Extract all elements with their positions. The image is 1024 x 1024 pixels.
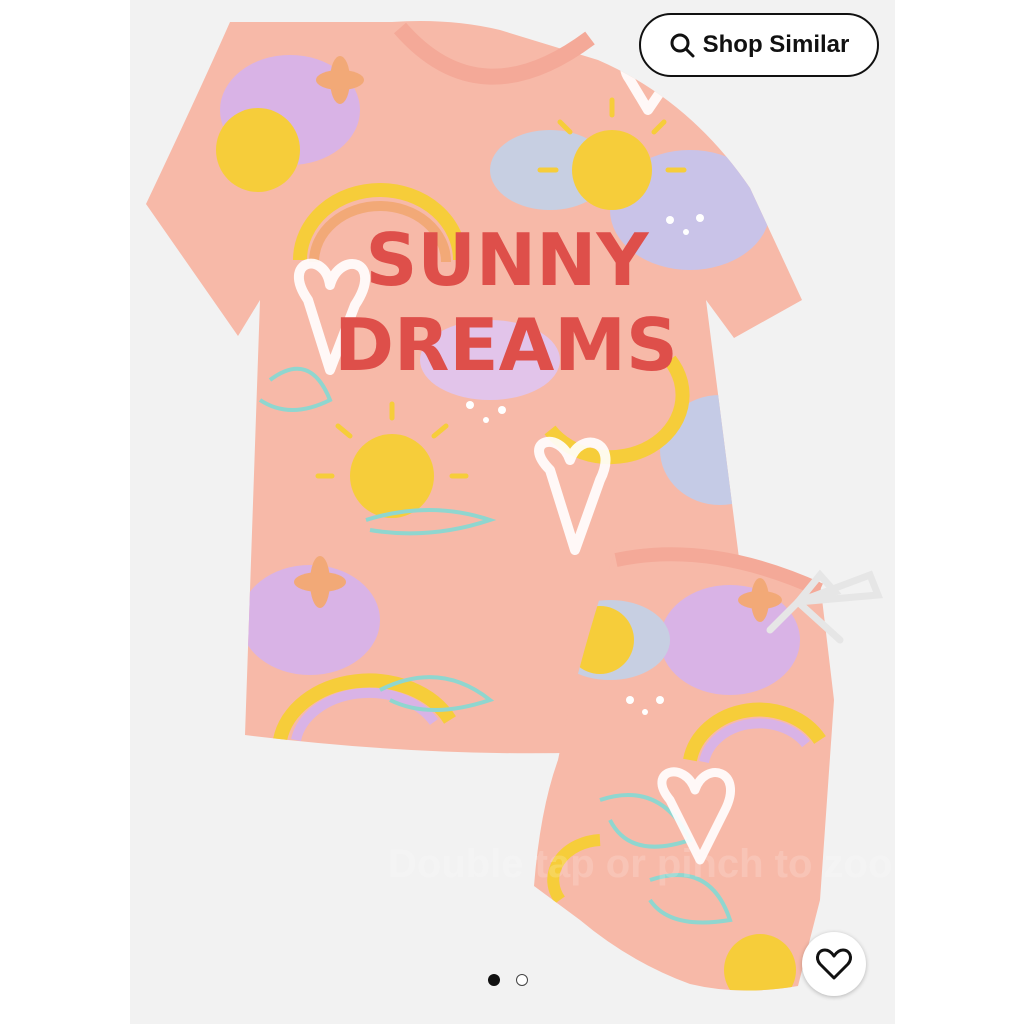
shop-similar-button[interactable]: Shop Similar — [639, 13, 879, 77]
image-pagination — [488, 974, 528, 986]
tshirt-print-line2: DREAMS — [334, 303, 678, 387]
pagination-dot[interactable] — [516, 974, 528, 986]
pagination-dot-active[interactable] — [488, 974, 500, 986]
tshirt-print-line1: SUNNY — [366, 218, 650, 302]
zoom-hint: Double tap or pinch to zoom — [388, 842, 895, 886]
product-image-viewer[interactable]: SUNNY DREAMS Double tap or pinch to zoom… — [130, 0, 895, 1024]
favorite-button[interactable] — [802, 932, 866, 996]
search-icon — [670, 33, 695, 58]
shop-similar-label: Shop Similar — [702, 31, 850, 58]
heart-outline-icon — [816, 948, 852, 980]
